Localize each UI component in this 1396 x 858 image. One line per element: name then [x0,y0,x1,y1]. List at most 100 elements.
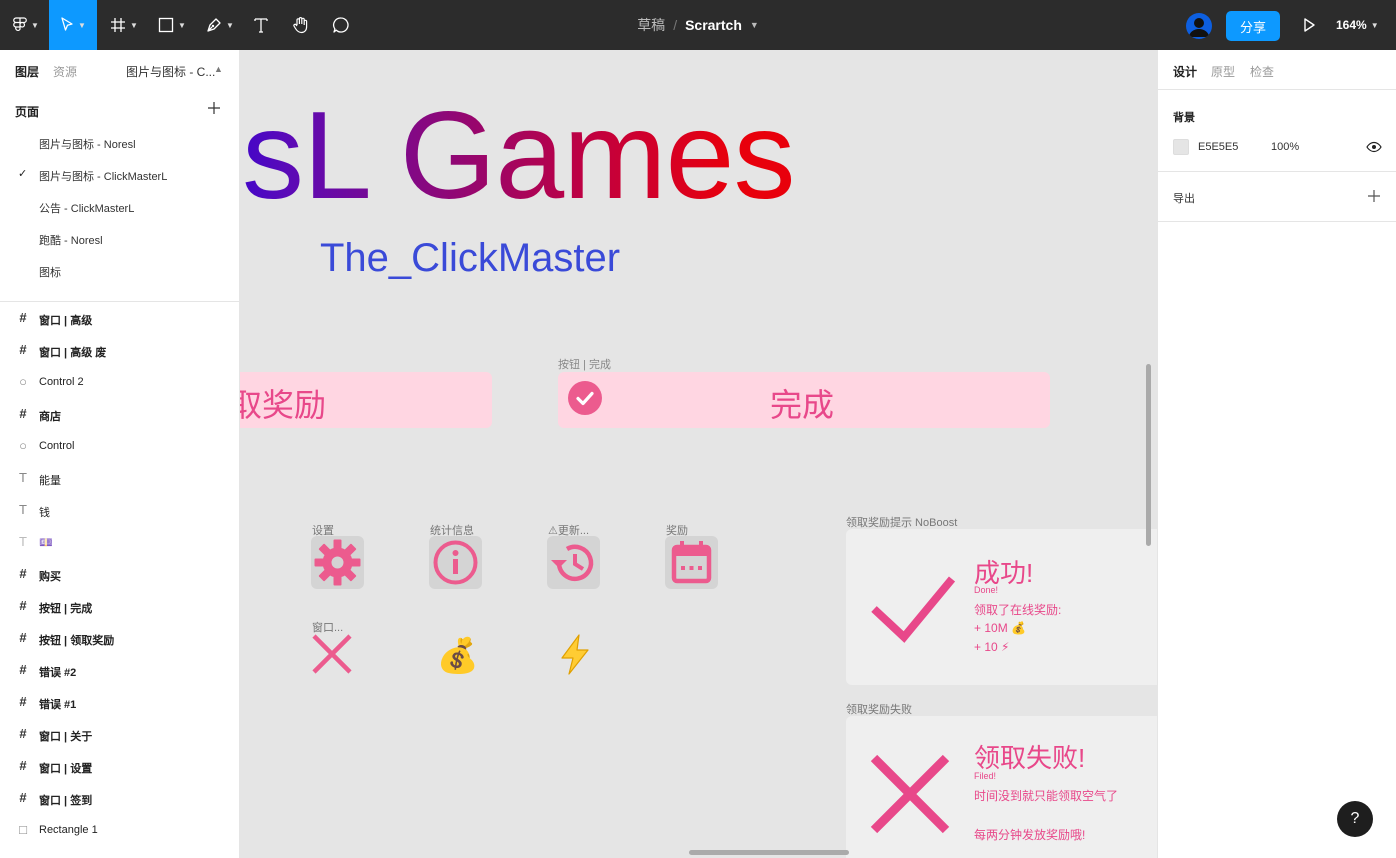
tab-inspect[interactable]: 检查 [1250,63,1274,80]
text-tool-button[interactable] [250,0,272,50]
tab-layers[interactable]: 图层 [15,63,39,80]
layer-item[interactable]: # 错误 #2 [0,654,239,686]
chevron-up-icon[interactable]: ▲ [214,64,223,74]
canvas-title-text[interactable]: esL Games [240,94,795,218]
reward-icon-frame[interactable] [665,536,718,589]
layer-label: 错误 #1 [39,699,77,711]
close-icon-frame[interactable] [310,632,354,676]
background-hex-input[interactable]: E5E5E5 [1198,141,1238,153]
layer-item[interactable]: T 能量 [0,462,239,494]
tab-assets[interactable]: 资源 [53,63,77,80]
update-icon-frame[interactable] [547,536,600,589]
text-icon: T [19,502,27,517]
canvas-subtitle-text[interactable]: The_ClickMaster [320,236,620,281]
lightning-bolt-icon [561,634,589,675]
tab-design[interactable]: 设计 [1173,63,1197,80]
layer-item[interactable]: # 窗口 | 设置 [0,750,239,782]
color-swatch[interactable] [1173,139,1189,155]
chevron-down-icon[interactable]: ▼ [750,20,759,30]
frame-label[interactable]: 领取奖励失败 [846,701,912,717]
toast-text: + 10M 💰 [974,621,1026,635]
lightning-icon[interactable] [553,632,597,676]
layer-item[interactable]: # 商店 [0,398,239,430]
rectangle-icon [158,17,174,33]
layer-label: 窗口 | 设置 [39,763,93,775]
design-canvas[interactable]: esL Games The_ClickMaster 取奖励 按钮 | 完成 完成… [240,50,1157,858]
pen-icon [207,18,221,32]
page-item[interactable]: ✓ 图片与图标 - ClickMasterL [0,158,239,190]
plus-icon[interactable] [206,100,222,116]
current-page-selector[interactable]: 图片与图标 - C... [126,63,215,80]
drafts-link[interactable]: 草稿 [637,15,665,35]
pages-title: 页面 [15,105,40,119]
frame-tool-button[interactable]: ▼ [106,0,142,50]
toast-text: 时间没到就只能领取空气了 [974,789,1119,803]
text-tool-icon [254,18,268,33]
shape-tool-button[interactable]: ▼ [154,0,190,50]
layer-item[interactable]: ○ Control 2 [0,366,239,398]
eye-icon[interactable] [1366,139,1382,155]
checkmark-icon [871,576,956,643]
layer-item[interactable]: # 窗口 | 关于 [0,718,239,750]
done-button-text: 完成 [770,387,835,423]
layer-item[interactable]: ○ Control [0,430,239,462]
close-x-icon [870,754,950,834]
history-icon [551,544,594,582]
figma-logo-icon [13,17,27,32]
share-button[interactable]: 分享 [1226,11,1280,41]
layer-item[interactable]: T 💷 [0,526,239,558]
hand-icon [293,17,308,34]
plus-icon[interactable] [1366,188,1382,204]
claim-reward-button-text: 取奖励 [240,387,327,423]
page-item[interactable]: 公告 - ClickMasterL [0,190,239,222]
background-opacity-input[interactable]: 100% [1271,141,1299,153]
chevron-down-icon: ▼ [1370,20,1379,30]
vertical-scrollbar[interactable] [1146,364,1151,546]
page-item[interactable]: 图片与图标 - Noresl [0,126,239,158]
layer-item[interactable]: # 窗口 | 签到 [0,782,239,814]
page-label: 图标 [39,267,61,279]
info-icon [433,540,478,585]
main-menu-button[interactable]: ▼ [8,0,44,50]
layer-item[interactable]: □ Rectangle 1 [0,814,239,846]
layer-item[interactable]: # 购买 [0,558,239,590]
horizontal-scrollbar[interactable] [689,850,849,855]
layer-item[interactable]: # 按钮 | 完成 [0,590,239,622]
frame-label[interactable]: 按钮 | 完成 [558,356,611,372]
fail-toast-frame[interactable]: 领取失败! Filed! 时间没到就只能领取空气了 每两分钟发放奖励哦! [846,716,1157,858]
file-name[interactable]: Scrartch [685,17,742,33]
close-x-icon [312,634,352,674]
ellipse-icon: ○ [19,374,27,389]
breadcrumb-separator: / [673,17,678,33]
hand-tool-button[interactable] [289,0,313,50]
frame-icon: # [19,694,27,709]
move-tool-button[interactable]: ▼ [49,0,97,50]
present-button[interactable] [1298,14,1320,36]
layer-item[interactable]: # 按钮 | 领取奖励 [0,622,239,654]
tab-prototype[interactable]: 原型 [1211,63,1235,80]
frame-label[interactable]: 领取奖励提示 NoBoost [846,514,957,530]
layer-item[interactable]: # 错误 #1 [0,686,239,718]
zoom-dropdown[interactable]: 164% ▼ [1336,0,1379,50]
layer-label: 钱 [39,507,50,519]
user-avatar[interactable] [1186,13,1212,39]
pen-tool-button[interactable]: ▼ [202,0,238,50]
frame-icon: # [19,406,27,421]
calendar-icon [671,541,712,584]
chevron-down-icon: ▼ [130,20,138,30]
layer-item[interactable]: T钱 [0,494,239,526]
page-item[interactable]: 跑酷 - Noresl [0,222,239,254]
toast-text: 领取了在线奖励: [974,603,1062,617]
layer-item[interactable]: # 窗口 | 高级 [0,302,239,334]
layer-list: # 窗口 | 高级 # 窗口 | 高级 废 ○ Control 2 # 商店 ○ Cont… [0,302,239,846]
stats-icon-frame[interactable] [429,536,482,589]
page-item[interactable]: 图标 [0,254,239,286]
settings-icon-frame[interactable] [311,536,364,589]
layer-item[interactable]: # 窗口 | 高级 废 [0,334,239,366]
success-toast-frame[interactable]: 成功! Done! 领取了在线奖励: + 10M 💰 + 10 ⚡ [846,529,1157,685]
money-bag-icon[interactable]: 💰 [436,634,480,678]
help-button[interactable]: ? [1337,801,1373,837]
comment-tool-button[interactable] [330,0,352,50]
frame-icon: # [19,662,27,677]
layer-label: 商店 [39,411,61,423]
